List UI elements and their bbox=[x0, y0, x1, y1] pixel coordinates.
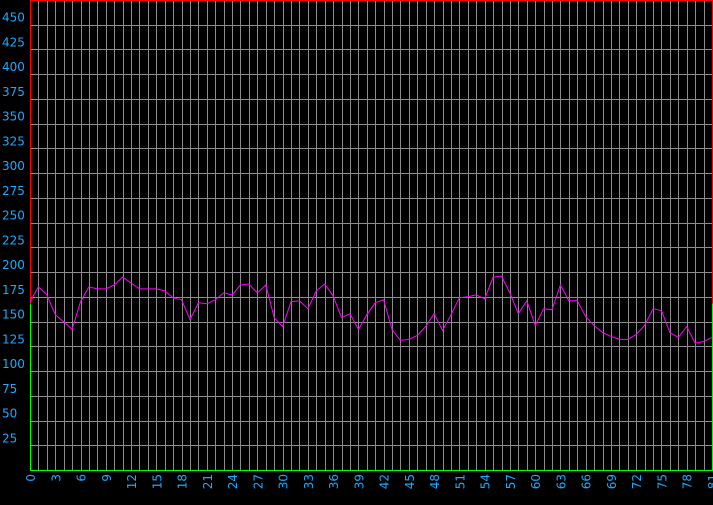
x-tick-label: 51 bbox=[453, 474, 467, 489]
x-tick-label: 12 bbox=[125, 474, 139, 489]
y-tick-label: 375 bbox=[2, 85, 25, 99]
x-tick-label: 21 bbox=[201, 474, 215, 489]
x-tick-label: 45 bbox=[403, 474, 417, 489]
x-tick-label: 63 bbox=[554, 474, 568, 489]
x-tick-label: 75 bbox=[655, 474, 669, 489]
y-tick-label: 75 bbox=[2, 382, 17, 396]
x-tick-label: 60 bbox=[529, 474, 543, 489]
y-tick-label: 175 bbox=[2, 283, 25, 297]
y-tick-label: 275 bbox=[2, 184, 25, 198]
x-tick-label: 39 bbox=[352, 474, 366, 489]
y-tick-label: 125 bbox=[2, 332, 25, 346]
x-tick-label: 27 bbox=[251, 474, 265, 489]
x-tick-label: 9 bbox=[100, 474, 114, 482]
line-chart: 2550751001251501752002252502753003253503… bbox=[0, 0, 713, 505]
y-tick-label: 450 bbox=[2, 11, 25, 25]
x-tick-label: 30 bbox=[277, 474, 291, 489]
y-tick-label: 200 bbox=[2, 258, 25, 272]
x-tick-label: 81 bbox=[706, 474, 713, 489]
y-tick-label: 400 bbox=[2, 60, 25, 74]
y-tick-label: 325 bbox=[2, 134, 25, 148]
x-tick-label: 69 bbox=[605, 474, 619, 489]
x-tick-label: 72 bbox=[630, 474, 644, 489]
x-tick-label: 6 bbox=[75, 474, 89, 482]
y-tick-label: 50 bbox=[2, 407, 17, 421]
x-tick-label: 15 bbox=[150, 474, 164, 489]
x-tick-label: 54 bbox=[479, 474, 493, 489]
x-tick-label: 42 bbox=[378, 474, 392, 489]
x-tick-label: 57 bbox=[504, 474, 518, 489]
x-tick-label: 0 bbox=[24, 474, 38, 482]
y-tick-label: 150 bbox=[2, 308, 25, 322]
y-tick-label: 100 bbox=[2, 357, 25, 371]
x-tick-label: 36 bbox=[327, 474, 341, 489]
x-tick-label: 24 bbox=[226, 474, 240, 489]
x-tick-label: 78 bbox=[681, 474, 695, 489]
y-tick-label: 425 bbox=[2, 35, 25, 49]
x-tick-label: 48 bbox=[428, 474, 442, 489]
y-tick-label: 250 bbox=[2, 209, 25, 223]
y-tick-label: 25 bbox=[2, 431, 17, 445]
x-tick-label: 66 bbox=[580, 474, 594, 489]
x-tick-label: 33 bbox=[302, 474, 316, 489]
y-tick-label: 350 bbox=[2, 110, 25, 124]
x-tick-label: 18 bbox=[176, 474, 190, 489]
x-tick-label: 3 bbox=[49, 474, 63, 482]
y-tick-label: 225 bbox=[2, 233, 25, 247]
y-tick-label: 300 bbox=[2, 159, 25, 173]
